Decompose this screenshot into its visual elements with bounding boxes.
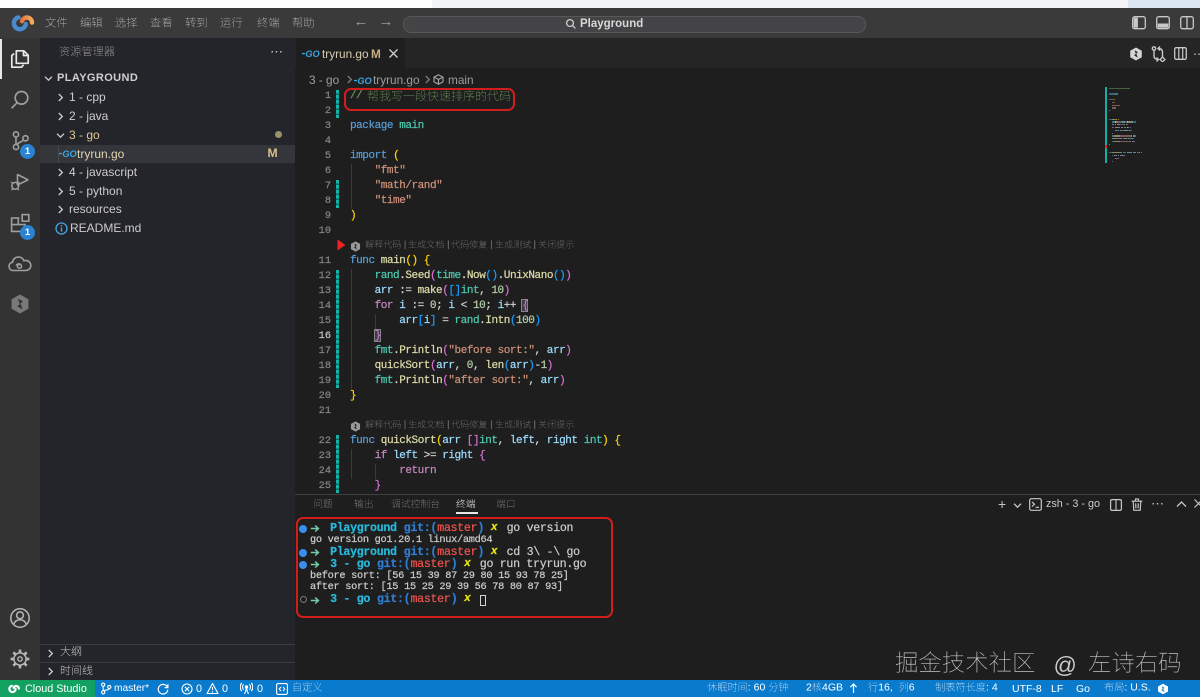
svg-text:16,: 16, [878, 682, 893, 694]
svg-text:4GB: 4GB [822, 682, 843, 694]
svg-text:: U.S.: : U.S. [1124, 682, 1150, 694]
svg-text:2: 2 [806, 682, 812, 694]
svg-text:GO: GO [357, 76, 371, 86]
svg-text:6: 6 [908, 682, 914, 694]
svg-text:GO: GO [62, 149, 76, 159]
svg-text:: 60: : 60 [748, 682, 766, 694]
svg-text:: 4: : 4 [986, 682, 998, 694]
svg-text:GO: GO [305, 49, 319, 59]
